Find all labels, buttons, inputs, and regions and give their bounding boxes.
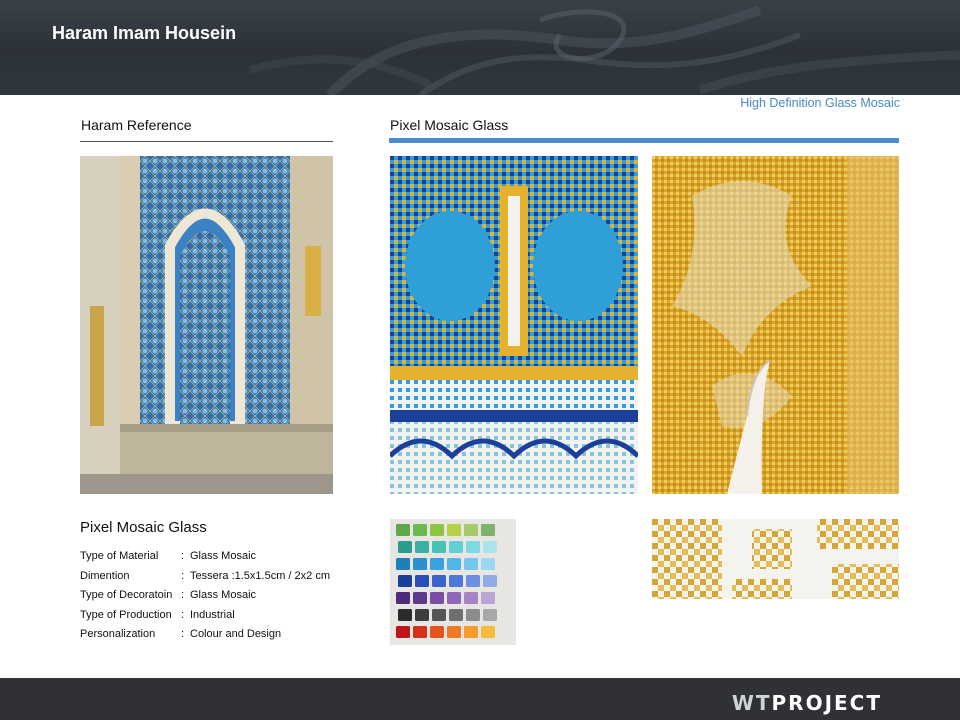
color-swatch-tile: [464, 626, 478, 638]
color-swatch-tile: [396, 626, 410, 638]
spec-label: Type of Material: [80, 550, 159, 562]
color-swatch-tile: [449, 609, 463, 621]
color-swatch-tile: [432, 541, 446, 553]
color-swatch-tile: [449, 541, 463, 553]
color-swatch-tile: [449, 575, 463, 587]
color-swatch-tile: [481, 592, 495, 604]
color-swatch-tile: [430, 558, 444, 570]
gold-white-mosaic-strip-photo: [652, 519, 899, 599]
section-divider-left: [80, 141, 333, 142]
color-swatch-tile: [413, 524, 427, 536]
section-divider-right: [389, 138, 899, 143]
color-swatch-tile: [464, 524, 478, 536]
color-swatch-tile: [483, 609, 497, 621]
color-swatch-tile: [447, 626, 461, 638]
color-swatch-tile: [430, 626, 444, 638]
brand-logo: WTPROJECT: [732, 691, 882, 715]
spec-colon: :: [181, 608, 185, 621]
footer-bar: WTPROJECT: [0, 678, 960, 720]
color-swatch-tile: [396, 558, 410, 570]
spec-value: Glass Mosaic: [190, 550, 257, 562]
color-swatch-tile: [447, 592, 461, 604]
color-swatch-tile: [396, 524, 410, 536]
color-swatch-tile: [481, 626, 495, 638]
section-label-haram-reference: Haram Reference: [81, 117, 192, 133]
color-swatch-tile: [483, 575, 497, 587]
page-title: Haram Imam Housein: [52, 23, 237, 43]
color-swatch-tile: [481, 558, 495, 570]
color-swatch-tile: [447, 524, 461, 536]
spec-title: Pixel Mosaic Glass: [80, 519, 207, 536]
color-swatch-tile: [413, 592, 427, 604]
spec-colon: :: [181, 589, 185, 601]
spec-label: Type of Decoratoin: [80, 589, 173, 601]
color-swatch-tile: [398, 541, 412, 553]
color-swatch-tile: [396, 592, 410, 604]
haram-reference-photo: [80, 156, 333, 494]
brand-logo-part1: WT: [731, 691, 772, 715]
color-swatch-tile: [466, 541, 480, 553]
spec-value: Industrial: [190, 608, 235, 621]
spec-label: Dimention: [80, 569, 130, 582]
color-swatch-tile: [432, 609, 446, 621]
color-swatch-tile: [430, 524, 444, 536]
color-swatch-tile: [413, 558, 427, 570]
tagline: High Definition Glass Mosaic: [740, 96, 900, 110]
color-swatch-sample-photo: [390, 519, 516, 645]
aerial-photo-banner: [248, 5, 960, 95]
spec-label: Personalization: [80, 628, 156, 640]
color-swatch-tile: [432, 575, 446, 587]
blue-pixel-mosaic-photo: [390, 156, 638, 494]
header-banner: Haram Imam Housein: [0, 0, 960, 95]
color-swatch-tile: [413, 626, 427, 638]
gold-pixel-mosaic-photo: [652, 156, 899, 494]
spec-value: Tessera :1.5x1.5cm / 2x2 cm: [190, 569, 330, 582]
spec-colon: :: [181, 628, 185, 640]
spec-colon: :: [181, 550, 185, 562]
color-swatch-tile: [483, 541, 497, 553]
spec-value: Colour and Design: [190, 628, 282, 640]
spec-colon: :: [181, 569, 185, 582]
color-swatch-tile: [415, 609, 429, 621]
color-swatch-tile: [415, 575, 429, 587]
color-swatch-tile: [398, 609, 412, 621]
color-swatch-tile: [464, 592, 478, 604]
color-swatch-tile: [464, 558, 478, 570]
spec-label: Type of Production: [80, 608, 172, 621]
color-swatch-tile: [398, 575, 412, 587]
section-label-pixel-mosaic: Pixel Mosaic Glass: [390, 117, 509, 133]
color-swatch-tile: [447, 558, 461, 570]
spec-value: Glass Mosaic: [190, 589, 257, 601]
color-swatch-tile: [466, 575, 480, 587]
brand-logo-part2: PROJECT: [771, 691, 882, 715]
color-swatch-tile: [466, 609, 480, 621]
color-swatch-tile: [481, 524, 495, 536]
color-swatch-tile: [430, 592, 444, 604]
color-swatch-tile: [415, 541, 429, 553]
